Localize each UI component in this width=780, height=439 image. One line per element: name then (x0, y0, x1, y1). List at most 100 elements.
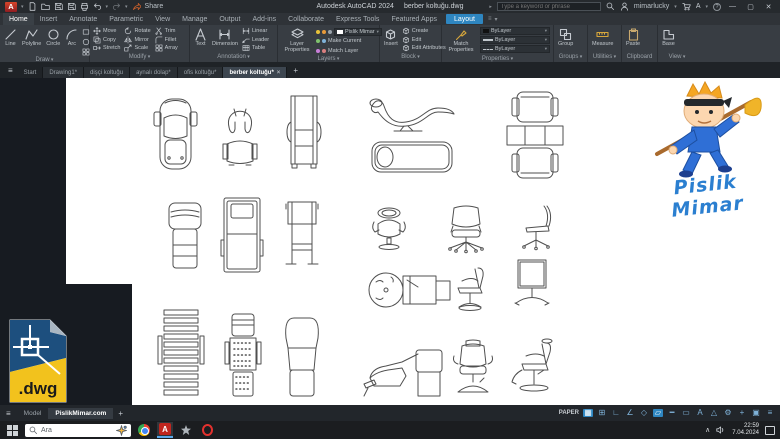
scale-button[interactable]: Scale (124, 44, 150, 53)
help-icon[interactable]: ? (713, 3, 721, 11)
share-label[interactable]: Share (145, 3, 164, 10)
file-tab-menu-icon[interactable]: ≡ (3, 66, 18, 75)
open-file-icon[interactable] (41, 2, 50, 11)
file-tab-berber-koltugu[interactable]: berber koltuğu* × (223, 67, 287, 78)
create-block-button[interactable]: Create (402, 27, 446, 36)
barber-chair-front-elevation[interactable] (450, 338, 496, 400)
edit-attributes-button[interactable]: Edit Attributes (402, 44, 446, 53)
ribbon-tab-express-tools[interactable]: Express Tools (330, 13, 385, 25)
volume-icon[interactable] (716, 425, 726, 435)
close-button[interactable]: ✕ (762, 3, 775, 11)
slatted-bench-plan[interactable] (156, 308, 206, 400)
chair-side-elevation[interactable] (283, 94, 323, 170)
app-menu-caret-icon[interactable]: ▾ (21, 4, 24, 10)
layer-on-icon[interactable] (316, 30, 320, 34)
table-elevation[interactable] (282, 200, 322, 268)
ribbon-tab-parametric[interactable]: Parametric (103, 13, 149, 25)
leader-button[interactable]: Leader (242, 36, 269, 45)
snap-icon[interactable]: ⊞ (597, 409, 607, 417)
model-tab[interactable]: Model (17, 408, 49, 419)
office-chair-side-elevation[interactable] (516, 204, 560, 252)
autocad-app-icon[interactable]: A (5, 2, 17, 12)
file-tab-drawing1[interactable]: Drawing1* (43, 67, 84, 78)
shampoo-unit-plan[interactable] (366, 270, 452, 310)
ribbon-tab-home[interactable]: Home (3, 13, 34, 25)
file-tab-start[interactable]: Start (18, 67, 44, 78)
trim-button[interactable]: Trim (155, 27, 178, 36)
annotation-visibility-icon[interactable]: A (695, 409, 705, 417)
line-button[interactable]: Line (3, 27, 18, 49)
match-properties-button[interactable]: Match Properties (445, 27, 477, 55)
panel-label-clipboard[interactable]: Clipboard (622, 53, 657, 62)
waiting-armchairs-plan[interactable] (503, 90, 567, 180)
search-highlights-icon[interactable] (116, 425, 127, 436)
drawing-canvas[interactable]: Pislik Mimar .dwg (0, 78, 780, 405)
stretch-button[interactable]: Stretch (93, 44, 120, 53)
undo-caret-icon[interactable]: ▾ (106, 4, 109, 10)
chaise-lounge-elevation[interactable] (366, 94, 456, 134)
redo-icon[interactable] (112, 2, 121, 11)
fillet-button[interactable]: Fillet (155, 36, 178, 45)
ribbon-tab-addins[interactable]: Add-ins (246, 13, 282, 25)
mirror-button[interactable]: Mirror (124, 36, 150, 45)
rotate-button[interactable]: Rotate (124, 27, 150, 36)
autodesk-assistant-icon[interactable]: A (696, 3, 701, 10)
armchair-plan[interactable] (166, 200, 204, 270)
arc-button[interactable]: Arc (64, 27, 79, 49)
group-button[interactable]: Group (557, 27, 574, 49)
save-as-icon[interactable] (67, 2, 76, 11)
styling-chair-side-elevation[interactable] (450, 264, 494, 314)
file-tab-ofis-koltugu[interactable]: ofis koltuğu* (178, 67, 224, 78)
ribbon-collapse-caret-icon[interactable]: ▾ (495, 16, 498, 23)
new-file-icon[interactable] (28, 2, 37, 11)
circle-button[interactable]: Circle (45, 27, 61, 49)
taskbar-clock[interactable]: 22:59 7.04.2024 (732, 423, 759, 437)
action-center-icon[interactable] (765, 426, 775, 435)
barber-chair-side-elevation[interactable] (508, 336, 560, 400)
ribbon-tab-annotate[interactable]: Annotate (63, 13, 103, 25)
clean-screen-icon[interactable]: ▣ (751, 409, 761, 417)
ortho-icon[interactable]: ∟ (611, 409, 621, 417)
isodraft-icon[interactable]: ◇ (639, 409, 649, 417)
linear-dimension-button[interactable]: Linear (242, 27, 269, 36)
isolate-objects-icon[interactable]: + (737, 409, 747, 417)
massage-bed-plan[interactable] (220, 196, 264, 274)
new-drawing-tab-icon[interactable]: + (287, 66, 304, 75)
panel-label-annotation[interactable]: Annotation (190, 53, 277, 62)
linetype-dropdown[interactable]: ByLayer (480, 45, 550, 53)
start-button[interactable] (5, 423, 20, 438)
grid-icon[interactable]: ▦ (583, 409, 593, 417)
close-tab-icon[interactable]: × (277, 70, 281, 76)
save-icon[interactable] (54, 2, 63, 11)
search-icon[interactable] (606, 2, 615, 11)
annotation-scale-icon[interactable]: △ (709, 409, 719, 417)
osnap-icon[interactable]: ▱ (653, 409, 663, 417)
panel-label-utilities[interactable]: Utilities (588, 53, 621, 62)
qat-customize-caret-icon[interactable]: ▾ (125, 4, 128, 10)
share-icon[interactable] (132, 2, 141, 11)
file-tab-aynali-dolap[interactable]: aynalı dolap* (130, 67, 178, 78)
lineweight-icon[interactable]: ━ (667, 409, 677, 417)
layer-lock-icon[interactable] (328, 30, 332, 34)
dimension-button[interactable]: Dimension (211, 27, 239, 49)
styling-chair-plan[interactable] (370, 206, 408, 250)
user-menu-caret-icon[interactable]: ▾ (674, 4, 677, 10)
app-taskbar-icon[interactable] (178, 422, 194, 438)
ribbon-tab-manage[interactable]: Manage (176, 13, 213, 25)
ribbon-tab-collaborate[interactable]: Collaborate (282, 13, 330, 25)
dynamic-input-icon[interactable]: ▭ (681, 409, 691, 417)
paper-space-toggle[interactable]: PAPER (559, 410, 579, 416)
edit-block-button[interactable]: Edit (402, 36, 446, 45)
recliner-chair-plan[interactable] (280, 314, 324, 398)
text-button[interactable]: Text (193, 27, 208, 49)
opera-taskbar-icon[interactable] (199, 422, 215, 438)
polar-tracking-icon[interactable]: ∠ (625, 409, 635, 417)
ribbon-tab-output[interactable]: Output (213, 13, 246, 25)
user-avatar-icon[interactable] (620, 2, 629, 11)
insert-block-button[interactable]: Insert (383, 27, 399, 49)
office-chair-front-elevation[interactable] (444, 204, 488, 254)
massage-table-plan[interactable] (370, 140, 454, 174)
barber-chair-plan[interactable] (153, 96, 198, 172)
massage-chair-plan[interactable] (224, 312, 262, 398)
chrome-taskbar-icon[interactable] (136, 422, 152, 438)
